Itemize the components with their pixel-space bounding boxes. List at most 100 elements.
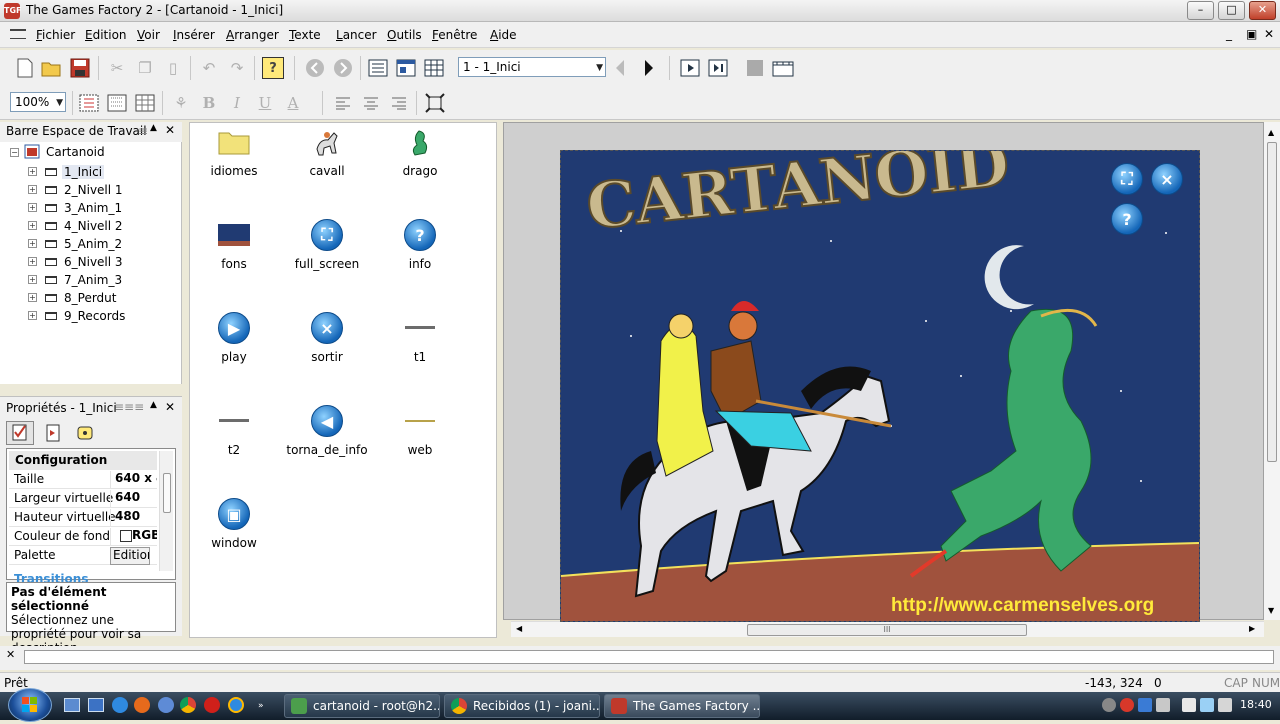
underline-icon[interactable]: U [254,92,276,114]
stop-icon[interactable] [744,57,766,79]
taskbar-item-games-factory[interactable]: The Games Factory ... [604,694,760,718]
title-bar[interactable]: TGF The Games Factory 2 - [Cartanoid - 1… [0,0,1280,22]
info-button-icon[interactable]: ? [1111,203,1143,235]
tray-antivirus-icon[interactable] [1120,698,1134,712]
panel-close-icon[interactable]: ✕ [165,123,175,137]
tab-about[interactable] [74,423,96,445]
object-play[interactable]: ▶ play [188,311,280,364]
back-nav-icon[interactable] [304,57,326,79]
tree-expand-icon[interactable]: + [28,257,37,266]
storyboard-editor-icon[interactable] [367,57,389,79]
panel-menu-icon[interactable]: ≡ [138,124,148,138]
panel-pin-icon[interactable]: ▲ [150,123,157,133]
taskbar-item-recibidos[interactable]: Recibidos (1) - joani... [444,694,600,718]
fullscreen-button-icon[interactable]: ⛶ [1111,163,1143,195]
forward-nav-icon[interactable] [332,57,354,79]
property-row[interactable]: Hauteur virtuelle 480 [9,508,157,527]
output-field[interactable] [24,650,1274,664]
menu-outils[interactable]: Outils [387,28,422,42]
run-frame-icon[interactable] [679,57,701,79]
help-context-icon[interactable]: ? [262,57,284,79]
tray-volume-icon[interactable] [1218,698,1232,712]
ie-icon[interactable] [112,697,128,713]
frame-select[interactable]: 1 - 1_Inici ▼ [458,57,606,77]
italic-icon[interactable]: I [226,92,248,114]
open-folder-icon[interactable] [41,57,63,79]
zoom-select[interactable]: 100% ▼ [10,92,66,112]
snap-grid-icon[interactable] [106,92,128,114]
horizontal-scrollbar[interactable]: ◀ III ▶ [511,621,1264,637]
tree-expand-icon[interactable]: + [28,221,37,230]
property-value[interactable]: Edition [110,547,150,565]
copy-icon[interactable]: ❐ [134,57,156,79]
panel-menu-icon[interactable]: ≡≡≡ [114,400,144,414]
menu-voir[interactable]: Voir [137,28,160,42]
object-drago[interactable]: drago [374,125,466,178]
tree-item-frame[interactable]: 8_Perdut [64,291,116,305]
align-right-icon[interactable] [388,92,410,114]
object-idiomes[interactable]: idiomes [188,125,280,178]
tree-project[interactable]: Cartanoid [46,145,105,159]
panel-pin-icon[interactable]: ▲ [150,400,157,410]
align-center-icon[interactable] [360,92,382,114]
vertical-scroll-thumb[interactable] [1267,142,1277,462]
close-button[interactable]: ✕ [1249,1,1276,20]
menu-arranger[interactable]: Arranger [226,28,279,42]
property-scrollbar[interactable] [159,451,173,571]
maximize-button[interactable]: □ [1218,1,1245,20]
menu-texte[interactable]: Texte [289,28,321,42]
scroll-down-icon[interactable]: ▼ [1268,606,1274,615]
mdi-doc-icon[interactable] [10,29,26,39]
output-close-icon[interactable]: ✕ [6,648,15,661]
tree-expand-icon[interactable]: + [28,275,37,284]
object-torna-de-info[interactable]: ◀ torna_de_info [281,404,373,457]
menu-fichier[interactable]: Fichier [36,28,75,42]
tree-expand-icon[interactable]: + [28,167,37,176]
next-frame-icon[interactable] [638,57,660,79]
font-color-icon[interactable]: A [282,92,304,114]
horizontal-scroll-thumb[interactable]: III [747,624,1027,636]
scroll-left-icon[interactable]: ◀ [516,624,522,633]
property-value[interactable]: 480 [110,509,157,527]
exit-button-icon[interactable]: × [1151,163,1183,195]
fit-frame-icon[interactable] [424,92,446,114]
property-row[interactable]: Largeur virtuelle 640 [9,489,157,508]
tree-item-frame[interactable]: 5_Anim_2 [64,237,122,251]
object-full-screen[interactable]: ⛶ full_screen [281,218,373,271]
tree-expand-icon[interactable]: + [28,203,37,212]
paste-icon[interactable]: ▯ [162,57,184,79]
tree-collapse-icon[interactable]: − [10,148,19,157]
taskbar-item-cartanoid[interactable]: cartanoid - root@h2... [284,694,440,718]
clock[interactable]: 18:40 [1240,698,1272,711]
grid-setup-icon[interactable] [134,92,156,114]
grid-toggle-icon[interactable] [78,92,100,114]
tab-runtime[interactable] [42,423,64,445]
scroll-right-icon[interactable]: ▶ [1249,624,1255,633]
mdi-close-button[interactable]: ✕ [1264,27,1274,41]
redo-icon[interactable]: ↷ [226,57,248,79]
property-row[interactable]: Couleur de fondRGB [9,527,157,546]
object-web[interactable]: web [374,404,466,457]
build-icon[interactable] [772,57,794,79]
mdi-minimize-button[interactable]: _ [1226,27,1232,41]
opera-icon[interactable] [204,697,220,713]
menu-lancer[interactable]: Lancer [336,28,377,42]
panel-close-icon[interactable]: ✕ [165,400,175,414]
new-file-icon[interactable] [14,57,36,79]
tree-item-frame[interactable]: 4_Nivell 2 [64,219,123,233]
color-swatch[interactable] [120,530,132,542]
tree-item-frame[interactable]: 7_Anim_3 [64,273,122,287]
property-value[interactable]: RGB [110,528,157,546]
tree-item-frame[interactable]: 3_Anim_1 [64,201,122,215]
run-application-icon[interactable] [707,57,729,79]
menu-edition[interactable]: Edition [85,28,127,42]
previous-frame-icon[interactable] [609,57,631,79]
tray-shield-icon[interactable] [1138,698,1152,712]
tray-keyboard-icon[interactable] [1182,698,1196,712]
tray-monitor-icon[interactable] [1200,698,1214,712]
tray-network-icon[interactable] [1102,698,1116,712]
tray-app-icon[interactable] [1156,698,1170,712]
firefox-icon[interactable] [134,697,150,713]
tree-item-frame[interactable]: 6_Nivell 3 [64,255,123,269]
object-info[interactable]: ? info [374,218,466,271]
